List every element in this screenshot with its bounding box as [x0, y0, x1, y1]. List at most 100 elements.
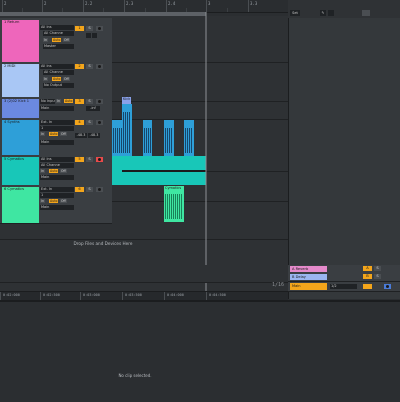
track-name[interactable]: Main — [290, 283, 327, 290]
track-name[interactable]: A Reverb — [290, 266, 327, 272]
ruler-label: 2 — [4, 1, 7, 6]
track-header[interactable]: 6 Cymatics Ext. In 1 In Auto Off Main 6 … — [0, 185, 112, 224]
kick-clip[interactable]: Kick — [122, 97, 131, 104]
ruler-tick: 3.3 — [248, 0, 257, 12]
input-type-select[interactable]: All Ins — [40, 25, 74, 30]
monitor-auto[interactable]: Auto — [49, 132, 59, 136]
pin-icon[interactable] — [328, 10, 334, 16]
track-header[interactable]: 1 Return All Ins All Channe In Auto Off … — [0, 18, 112, 63]
output-select[interactable]: No Output — [43, 83, 74, 88]
monitor-off[interactable]: Off — [60, 169, 67, 173]
monitor-in[interactable]: In — [43, 77, 48, 81]
monitor-auto[interactable]: Auto — [52, 77, 62, 81]
volume-field[interactable]: -48.3 — [75, 133, 87, 138]
track-activator[interactable]: 1 — [75, 26, 84, 31]
main-fraction[interactable]: 1/2 — [330, 284, 357, 289]
ruler-tick: 3 — [206, 0, 210, 12]
output-select[interactable]: Main — [40, 140, 74, 145]
monitor-in[interactable]: In — [40, 199, 45, 203]
input-channel-select[interactable]: All Channe — [40, 163, 74, 168]
monitor-auto[interactable]: Auto — [49, 199, 59, 203]
solo-button[interactable]: S — [86, 99, 93, 104]
monitor-in[interactable]: In — [56, 99, 61, 103]
monitor-off[interactable]: Off — [60, 132, 67, 136]
input-channel-select[interactable]: All Channe — [43, 70, 74, 75]
input-type-select[interactable]: All Ins — [40, 157, 74, 162]
output-select[interactable]: Master — [43, 44, 74, 49]
synth-clip[interactable] — [184, 120, 194, 156]
synth-clip[interactable] — [122, 104, 132, 156]
monitor-auto[interactable]: Auto — [64, 99, 74, 103]
monitor-auto[interactable]: Auto — [52, 38, 62, 42]
time-mark: 0:04:500 — [206, 292, 226, 300]
crossfade-c[interactable] — [92, 33, 97, 38]
input-channel-select[interactable]: 1 — [40, 193, 74, 198]
arm-button[interactable] — [96, 157, 103, 162]
track-color-strip — [2, 192, 39, 223]
input-type-select[interactable]: No Input — [40, 99, 55, 104]
time-ruler[interactable]: 0:02:000 0:02:500 0:03:000 0:03:500 0:04… — [0, 291, 288, 300]
return-track-header[interactable]: B Delay B S — [288, 273, 400, 282]
track-header[interactable]: 3 (2)02 Kick 1 No Input In Auto Main 3 S… — [0, 97, 112, 119]
arm-button[interactable] — [96, 99, 103, 104]
volume-field[interactable]: -inf — [86, 106, 100, 111]
synth-clip[interactable] — [164, 120, 174, 156]
set-button[interactable]: Set — [290, 10, 300, 16]
monitor-off[interactable]: Off — [60, 199, 67, 203]
zoom-level[interactable]: 1/16 — [272, 282, 284, 288]
track-header[interactable]: 4 Synths Ext. In 1 In Auto Off Main 4 S … — [0, 118, 112, 156]
track-color-strip — [2, 25, 39, 62]
solo-button[interactable]: S — [374, 274, 381, 279]
output-select[interactable]: Main — [40, 175, 74, 180]
track-activator[interactable]: 2 — [75, 64, 84, 69]
track-header[interactable]: 5 Cymatics All Ins All Channe In Auto Of… — [0, 155, 112, 186]
input-channel-select[interactable]: All Channe — [43, 31, 74, 36]
solo-button[interactable]: S — [86, 64, 93, 69]
monitor-off[interactable]: Off — [63, 77, 70, 81]
track-activator[interactable]: 5 — [75, 157, 84, 162]
solo-button[interactable]: S — [86, 120, 93, 125]
monitor-auto[interactable]: Auto — [49, 169, 59, 173]
detail-view[interactable] — [0, 300, 400, 402]
ruler-label: 3.3 — [250, 1, 258, 6]
solo-button[interactable]: S — [86, 157, 93, 162]
monitor-in[interactable]: In — [43, 38, 48, 42]
volume-field[interactable]: -48.3 — [88, 133, 100, 138]
arm-button[interactable] — [96, 64, 103, 69]
monitor-in[interactable]: In — [40, 132, 45, 136]
track-activator[interactable]: 6 — [75, 187, 84, 192]
solo-button[interactable]: S — [86, 26, 93, 31]
ruler-tick: 2 — [42, 0, 46, 12]
return-activator[interactable]: B — [363, 274, 372, 279]
input-type-select[interactable]: Ext. In — [40, 187, 74, 192]
input-type-select[interactable]: Ext. In — [40, 120, 74, 125]
track-activator[interactable]: 3 — [75, 99, 84, 104]
crossfade-a[interactable] — [86, 33, 91, 38]
main-record[interactable] — [384, 284, 391, 289]
arm-button[interactable] — [96, 187, 103, 192]
arm-button[interactable] — [96, 120, 103, 125]
monitor-in[interactable]: In — [40, 169, 45, 173]
ruler-tick: 2.2 — [83, 0, 92, 12]
main-activator[interactable] — [363, 284, 372, 289]
monitor-off[interactable]: Off — [63, 38, 70, 42]
main-track-header[interactable]: Main 1/2 — [288, 282, 400, 292]
return-activator[interactable]: A — [363, 266, 372, 271]
output-select[interactable]: Main — [40, 205, 74, 210]
track-activator[interactable]: 4 — [75, 120, 84, 125]
time-label: 0:03:000 — [83, 293, 100, 297]
waveform — [165, 128, 173, 153]
lane-return-b[interactable] — [0, 273, 288, 283]
ruler-tick: 2 — [2, 0, 7, 12]
cymatics-clip[interactable]: Cymatics — [164, 186, 184, 222]
solo-button[interactable]: S — [374, 266, 381, 271]
clip-title: Kick — [123, 97, 131, 101]
input-type-select[interactable]: All Ins — [40, 64, 74, 69]
edit-icon[interactable]: ✎ — [320, 10, 326, 16]
input-channel-select[interactable]: 1 — [40, 126, 74, 131]
track-name[interactable]: B Delay — [290, 274, 327, 280]
output-select[interactable]: Main — [40, 106, 74, 111]
synth-clip[interactable] — [143, 120, 152, 156]
solo-button[interactable]: S — [86, 187, 93, 192]
arm-button[interactable] — [96, 26, 103, 31]
